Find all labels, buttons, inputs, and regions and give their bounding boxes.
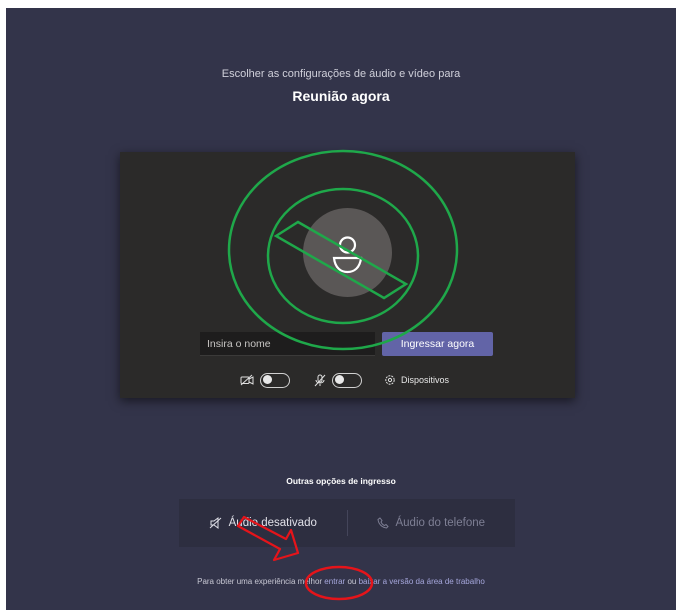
meeting-title: Reunião agora [292,88,390,104]
phone-audio-option[interactable]: Áudio do telefone [348,499,516,547]
devices-button[interactable]: Dispositivos [384,374,449,386]
desktop-app-prompt: Para obter uma experiência melhor entrar… [6,577,676,586]
phone-icon [377,517,390,529]
mic-toggle[interactable] [332,372,362,388]
devices-label: Dispositivos [401,375,450,385]
other-join-options-title: Outras opções de ingresso [286,476,396,486]
gear-icon [385,375,395,385]
avatar [303,208,392,297]
speaker-off-icon [209,517,221,529]
phone-audio-label: Áudio do telefone [395,517,486,529]
download-desktop-link[interactable]: baixar a versão da área de trabalho [359,577,485,586]
footer-prefix: Para obter uma experiência melhor [197,577,323,586]
prejoin-subtitle: Escolher as configurações de áudio e víd… [221,68,461,80]
person-icon [332,236,363,274]
camera-toggle[interactable] [260,372,290,388]
name-input[interactable] [200,332,375,356]
audio-off-option[interactable]: Áudio desativado [179,499,347,547]
camera-control [240,372,290,388]
mic-off-icon [314,374,326,386]
camera-off-icon [240,374,254,386]
toggle-knob [335,375,344,384]
teams-prejoin-screen: Escolher as configurações de áudio e víd… [6,8,676,610]
video-preview-card: Ingressar agora [120,152,575,398]
join-web-link[interactable]: entrar [324,577,345,586]
audio-off-label: Áudio desativado [228,517,317,529]
footer-middle: ou [347,577,357,586]
other-join-options: Áudio desativado Áudio do telefone [179,499,515,547]
toggle-knob [263,375,272,384]
mic-control [314,372,362,388]
device-controls: Dispositivos [240,370,465,390]
join-now-button[interactable]: Ingressar agora [382,332,493,356]
